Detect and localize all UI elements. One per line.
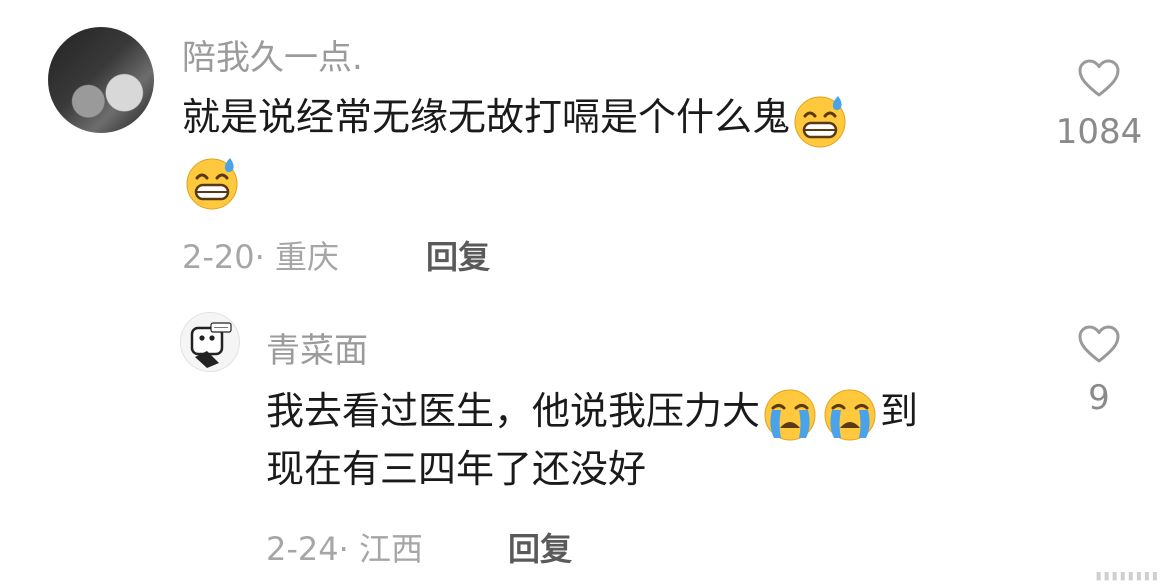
reply-button[interactable]: 回复 — [426, 232, 490, 278]
comment-text-line: 我去看过医生，他说我压力大 — [266, 389, 761, 433]
heart-outline-icon[interactable] — [1077, 324, 1121, 364]
grinning-sweat-emoji — [794, 95, 846, 147]
avatar[interactable] — [180, 312, 240, 372]
comment-username[interactable]: 陪我久一点. — [182, 30, 363, 79]
comment-date-location: 2-20· 重庆 — [182, 238, 339, 276]
like-count: 9 — [1088, 378, 1110, 418]
loudly-crying-emoji — [824, 389, 876, 440]
comment-date-location: 2-24· 江西 — [266, 530, 423, 568]
comment-username[interactable]: 青菜面 — [266, 323, 368, 372]
comment-text-line-2: 现在有三四年了还没好 — [266, 447, 647, 491]
comment-text-line: 就是说经常无缘无故打嗝是个什么鬼 — [182, 95, 791, 139]
comment-text: 就是说经常无缘无故打嗝是个什么鬼 — [182, 88, 850, 150]
loudly-crying-emoji — [764, 389, 816, 440]
avatar-illustration — [190, 322, 232, 368]
comment-text-continued — [182, 150, 242, 212]
heart-outline-icon[interactable] — [1077, 58, 1121, 98]
comment-text-line-end: 到 — [880, 389, 919, 433]
like-count: 1084 — [1055, 112, 1143, 152]
avatar[interactable] — [48, 27, 154, 133]
grinning-sweat-emoji — [186, 157, 238, 209]
reply-button[interactable]: 回复 — [508, 524, 572, 570]
comment-text: 我去看过医生，他说我压力大 到 — [266, 382, 918, 444]
watermark: ▮▮▮▮▮▮▮▮ — [1095, 569, 1160, 582]
